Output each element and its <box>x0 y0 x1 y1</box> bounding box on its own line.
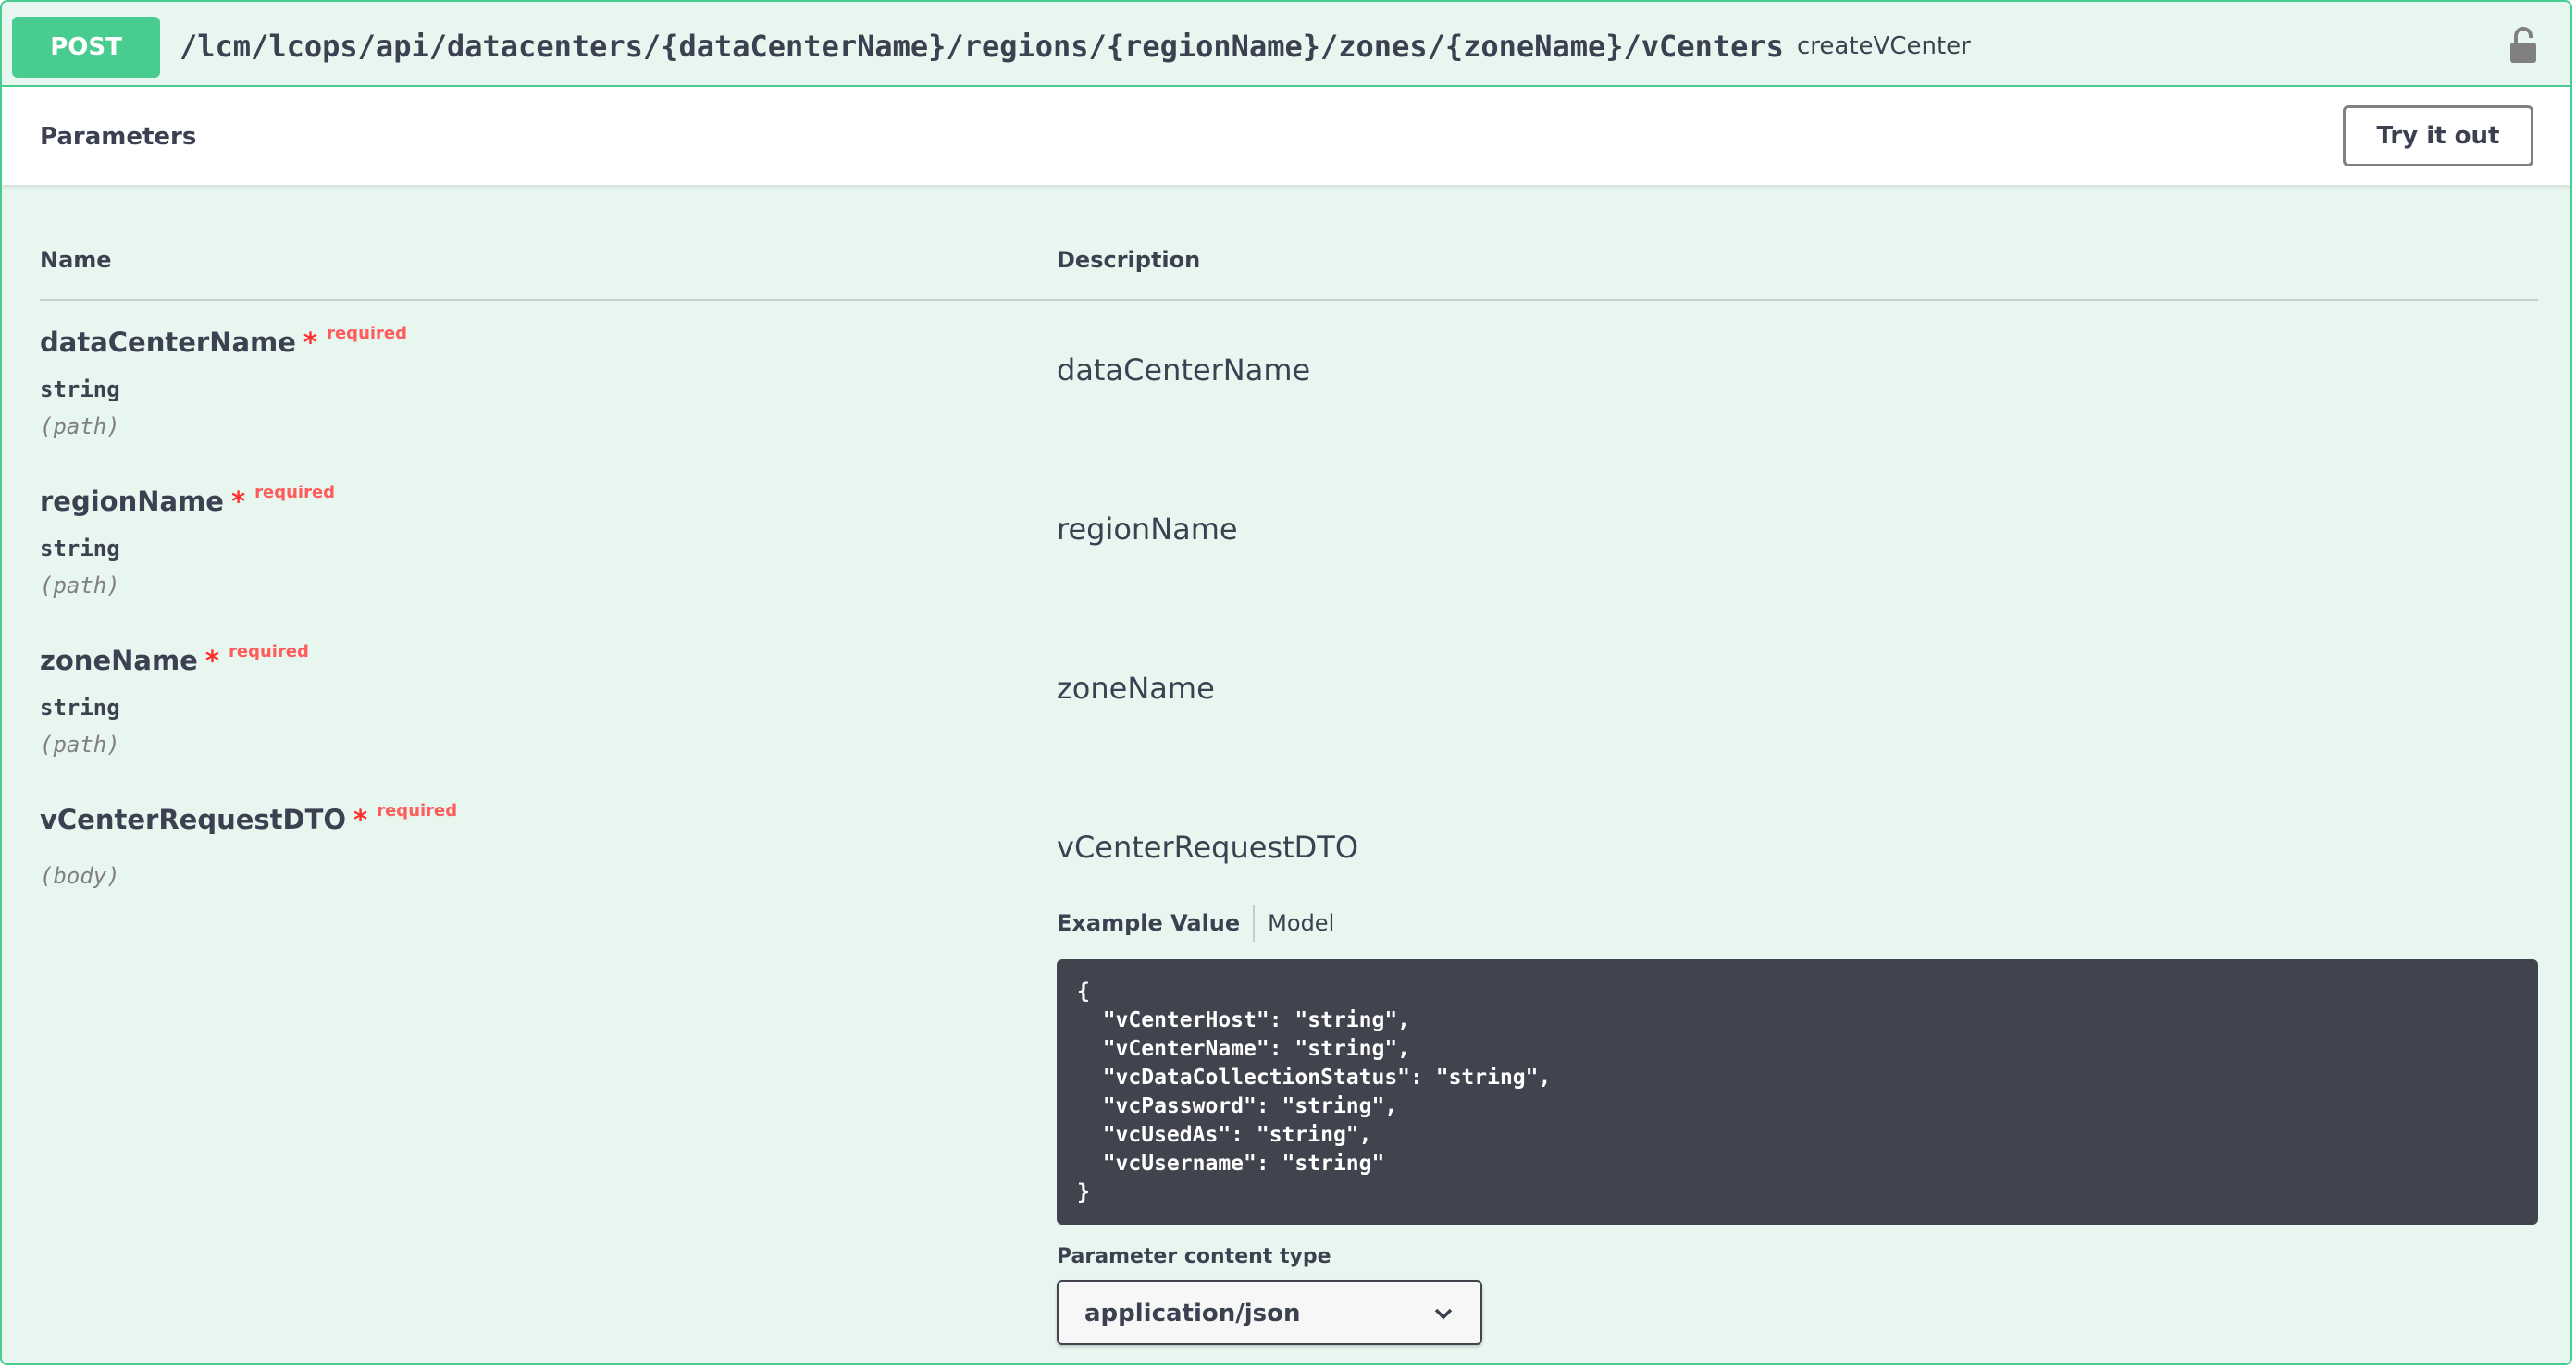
param-type: string <box>40 536 120 561</box>
param-location: (path) <box>40 573 120 598</box>
tab-example-value[interactable]: Example Value <box>1057 905 1240 942</box>
required-label: required <box>229 642 309 661</box>
param-description: vCenterRequestDTO <box>1057 830 1358 865</box>
tab-model[interactable]: Model <box>1268 905 1334 942</box>
param-name-text: dataCenterName <box>40 327 296 358</box>
param-type: string <box>40 376 120 402</box>
required-label: required <box>377 801 458 820</box>
param-name-regionname: regionName * required <box>40 483 335 524</box>
required-star: * <box>303 327 318 358</box>
header-divider <box>40 299 2538 301</box>
required-label: required <box>254 483 336 502</box>
column-header-name: Name <box>40 247 112 273</box>
example-model-tabs: Example Value Model <box>1057 905 1334 942</box>
param-name-text: regionName <box>40 486 224 517</box>
param-location: (path) <box>40 413 120 439</box>
method-badge: POST <box>12 17 160 78</box>
operation-summary[interactable]: POST /lcm/lcops/api/datacenters/{dataCen… <box>2 2 2570 87</box>
operation-id: createVCenter <box>1797 32 1971 60</box>
lock-icon[interactable] <box>2508 26 2539 65</box>
chevron-down-icon <box>1434 1308 1453 1320</box>
endpoint-path: /lcm/lcops/api/datacenters/{dataCenterNa… <box>180 29 1784 64</box>
column-header-description: Description <box>1057 247 1201 273</box>
parameters-title: Parameters <box>40 123 197 151</box>
content-type-value: application/json <box>1084 1300 1301 1327</box>
param-description: regionName <box>1057 512 1238 547</box>
param-name-text: vCenterRequestDTO <box>40 804 347 835</box>
param-name-datacentername: dataCenterName * required <box>40 324 407 365</box>
try-it-out-button[interactable]: Try it out <box>2343 105 2533 166</box>
required-label: required <box>327 324 408 343</box>
param-location: (path) <box>40 732 120 758</box>
param-type: string <box>40 695 120 721</box>
param-name-vcenterrequestdto: vCenterRequestDTO * required <box>40 801 457 843</box>
required-star: * <box>204 645 220 676</box>
content-type-select[interactable]: application/json <box>1057 1280 1482 1345</box>
param-name-text: zoneName <box>40 645 198 676</box>
content-type-label: Parameter content type <box>1057 1245 1331 1268</box>
tab-divider <box>1253 905 1256 942</box>
param-name-zonename: zoneName * required <box>40 642 309 684</box>
required-star: * <box>230 486 246 517</box>
parameters-header: Parameters Try it out <box>2 87 2570 185</box>
param-description: zoneName <box>1057 671 1215 706</box>
required-star: * <box>353 804 368 835</box>
param-description: dataCenterName <box>1057 352 1311 388</box>
example-value-code[interactable]: { "vCenterHost": "string", "vCenterName"… <box>1057 959 2538 1225</box>
operation-block: POST /lcm/lcops/api/datacenters/{dataCen… <box>0 0 2572 1365</box>
param-location: (body) <box>40 863 120 889</box>
